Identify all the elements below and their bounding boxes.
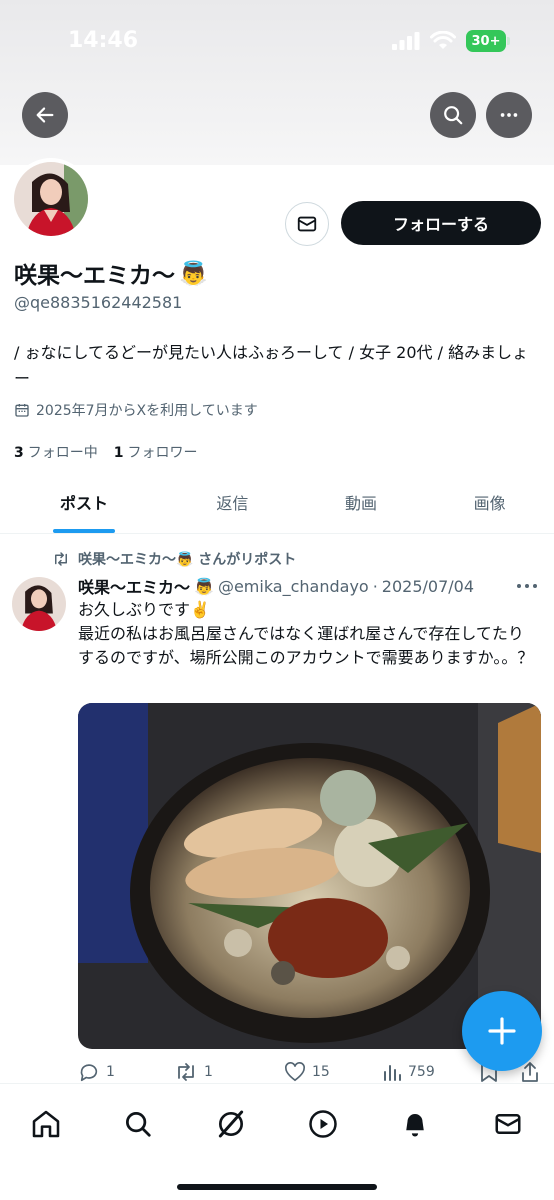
nav-grok[interactable]: [209, 1102, 253, 1146]
post-text-line1: お久しぶりです✌️: [78, 600, 210, 619]
grok-icon: [218, 1110, 243, 1138]
post-avatar-image: [12, 577, 66, 631]
search-icon: [126, 1112, 152, 1137]
more-options-button[interactable]: [486, 92, 532, 138]
status-time: 14:46: [68, 28, 139, 53]
tab-posts[interactable]: ポスト: [0, 470, 168, 533]
views-chart-icon: [384, 1065, 401, 1081]
views-action[interactable]: 759: [382, 1062, 480, 1082]
joined-text: 2025年7月からXを利用しています: [36, 403, 258, 419]
nav-messages[interactable]: [486, 1102, 530, 1146]
bell-icon: [406, 1114, 425, 1137]
tab-videos[interactable]: 動画: [297, 470, 426, 533]
food-photo: [78, 703, 541, 1049]
tab-replies[interactable]: 返信: [168, 470, 297, 533]
back-button[interactable]: [22, 92, 68, 138]
follow-button[interactable]: フォローする: [341, 201, 541, 245]
views-count: 759: [408, 1064, 435, 1080]
profile-avatar[interactable]: [10, 158, 92, 240]
post-more-button[interactable]: [516, 574, 538, 595]
home-indicator: [177, 1184, 377, 1190]
post-date[interactable]: 2025/07/04: [382, 577, 474, 596]
tab-images[interactable]: 画像: [425, 470, 554, 533]
reply-action[interactable]: 1: [78, 1061, 174, 1083]
more-horizontal-icon: [517, 584, 537, 588]
repost-icon: [178, 1063, 194, 1081]
followers-link[interactable]: 1 フォロワー: [114, 442, 198, 462]
nav-notifications[interactable]: [393, 1102, 437, 1146]
like-action[interactable]: 15: [284, 1062, 382, 1082]
wifi-icon: [430, 31, 456, 49]
compose-post-button[interactable]: [462, 991, 542, 1071]
post-author-handle[interactable]: @emika_chandayo: [218, 577, 369, 596]
mail-icon: [495, 1114, 521, 1134]
repost-icon: [55, 552, 67, 566]
heart-icon: [285, 1062, 305, 1082]
post-actions: 1 1 15 759: [78, 1058, 542, 1086]
repost-indicator: 咲果〜エミカ〜👼 さんがリポスト: [52, 549, 296, 569]
display-name-text: 咲果〜エミカ〜: [14, 263, 175, 289]
profile-bio: / ぉなにしてるどーが見たい人はふぉろーして / 女子 20代 / 絡みましょー: [14, 343, 529, 388]
play-circle-icon: [309, 1110, 337, 1138]
status-icons: 30+: [392, 30, 510, 52]
cellular-signal-icon: [392, 32, 420, 50]
post-author-avatar[interactable]: [12, 577, 66, 631]
mail-icon: [297, 216, 317, 232]
profile-handle: @qe8835162442581: [14, 293, 183, 312]
profile-tabs: ポスト 返信 動画 画像: [0, 470, 554, 534]
reply-count: 1: [106, 1064, 115, 1080]
profile-display-name: 咲果〜エミカ〜 👼: [14, 256, 208, 290]
nav-video[interactable]: [301, 1102, 345, 1146]
plus-icon: [488, 1017, 516, 1045]
avatar-image: [14, 162, 88, 236]
arrow-left-icon: [36, 107, 54, 123]
post-author-emoji: 👼: [194, 576, 214, 596]
repost-label: 咲果〜エミカ〜👼 さんがリポスト: [78, 552, 297, 568]
post-image[interactable]: [78, 703, 541, 1049]
more-icon: [500, 113, 518, 117]
repost-action[interactable]: 1: [174, 1062, 284, 1082]
search-button[interactable]: [430, 92, 476, 138]
post-text: お久しぶりです✌️ 最近の私はお風呂屋さんではなく運ばれ屋さんで存在してたりする…: [78, 598, 538, 670]
joined-date: 2025年7月からXを利用しています: [14, 400, 258, 420]
repost-count: 1: [204, 1064, 213, 1080]
home-icon: [32, 1110, 60, 1138]
like-count: 15: [312, 1064, 330, 1080]
message-button[interactable]: [285, 202, 329, 246]
post-author-name[interactable]: 咲果〜エミカ〜: [78, 574, 190, 598]
battery-indicator: 30+: [466, 30, 510, 52]
angel-emoji: 👼: [179, 260, 208, 287]
calendar-icon: [15, 404, 29, 417]
follow-stats: 3 フォロー中 1 フォロワー: [14, 442, 198, 462]
search-icon: [444, 106, 463, 125]
post-header: 咲果〜エミカ〜 👼 @emika_chandayo · 2025/07/04: [78, 574, 474, 598]
meta-separator: ·: [372, 576, 378, 596]
reply-icon: [80, 1064, 98, 1082]
profile-banner: [0, 0, 554, 165]
nav-explore[interactable]: [116, 1102, 160, 1146]
bottom-navigation: [0, 1083, 554, 1200]
following-link[interactable]: 3 フォロー中: [14, 442, 98, 462]
nav-home[interactable]: [24, 1102, 68, 1146]
post-text-body: 最近の私はお風呂屋さんではなく運ばれ屋さんで存在してたりするのですが、場所公開こ…: [78, 624, 534, 667]
